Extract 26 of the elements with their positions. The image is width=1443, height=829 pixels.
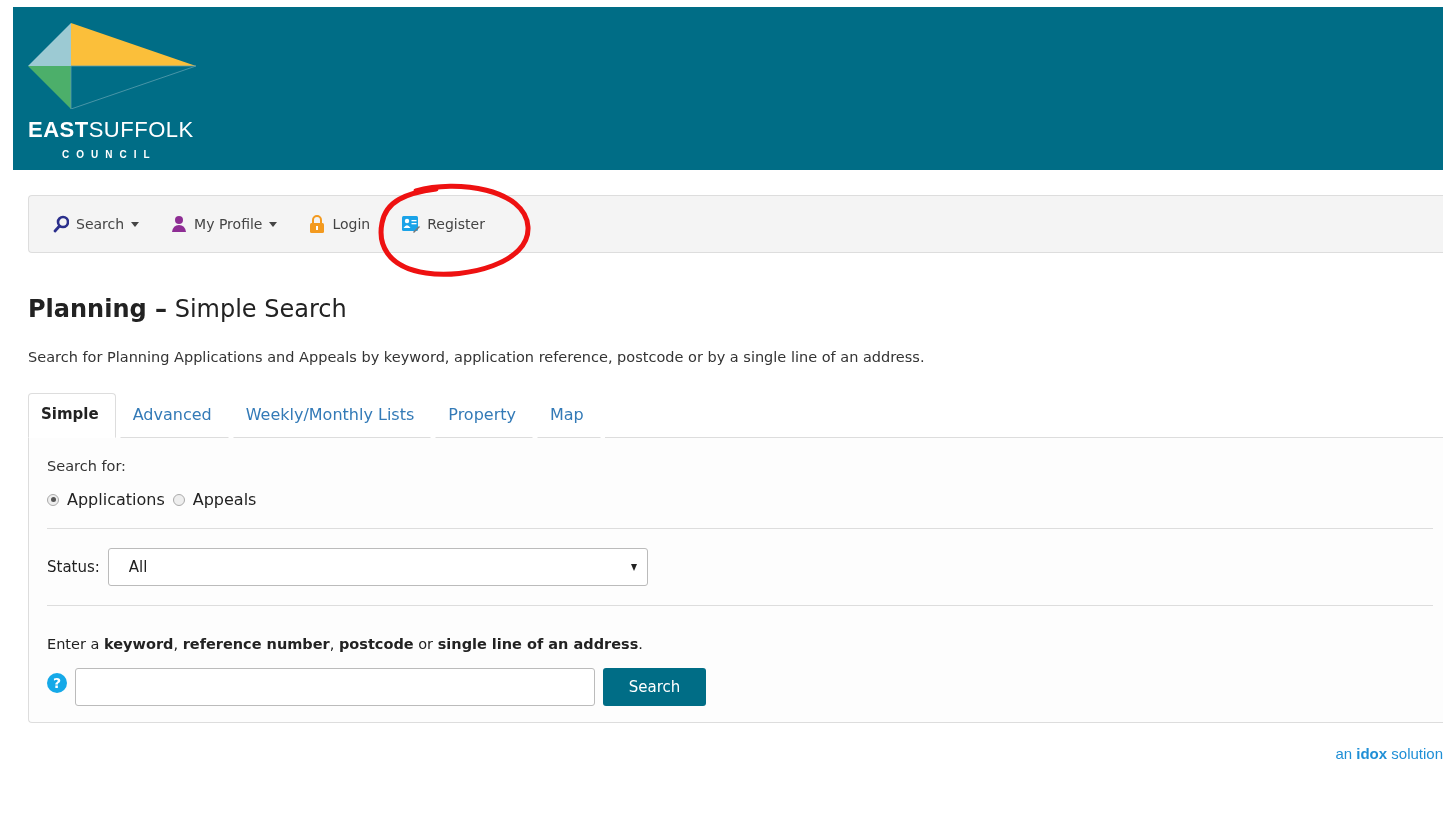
caret-icon: [630, 563, 637, 571]
nav-link[interactable]: Register: [400, 209, 503, 239]
search-for-label: Search for:: [47, 458, 127, 474]
kite-logo-icon: [28, 23, 198, 109]
nav-link[interactable]: Login: [307, 209, 389, 239]
search-button[interactable]: Search: [603, 668, 706, 706]
logo-wordmark: EASTSUFFOLK: [28, 117, 194, 143]
logo-subtitle: COUNCIL: [62, 149, 157, 160]
page-description: Search for Planning Applications and Appeals by keyword, application reference, postcode or by a single line of an address.: [28, 349, 926, 365]
search-instructions: Enter a keyword, reference number, postcode or single line of an address.: [47, 636, 644, 652]
search-field[interactable]: [75, 668, 595, 706]
status-dropdown[interactable]: All: [107, 548, 648, 586]
tab[interactable]: Simple: [28, 393, 116, 438]
nav-link[interactable]: My Profile: [169, 209, 296, 239]
radio-label: Appeals: [192, 490, 257, 509]
nav-link[interactable]: Search: [51, 209, 158, 239]
id-card-icon: [402, 215, 421, 233]
footer-brand: an idox solution: [1335, 745, 1443, 762]
page-title: Planning – Simple Search: [28, 295, 348, 323]
radio-label: Applications: [67, 490, 165, 509]
person-icon: [171, 215, 188, 233]
search-icon: [53, 215, 69, 233]
radio-button[interactable]: [47, 493, 59, 506]
status-label: Status:: [47, 558, 100, 576]
radio-button[interactable]: [172, 493, 185, 506]
padlock-icon: [309, 215, 326, 233]
